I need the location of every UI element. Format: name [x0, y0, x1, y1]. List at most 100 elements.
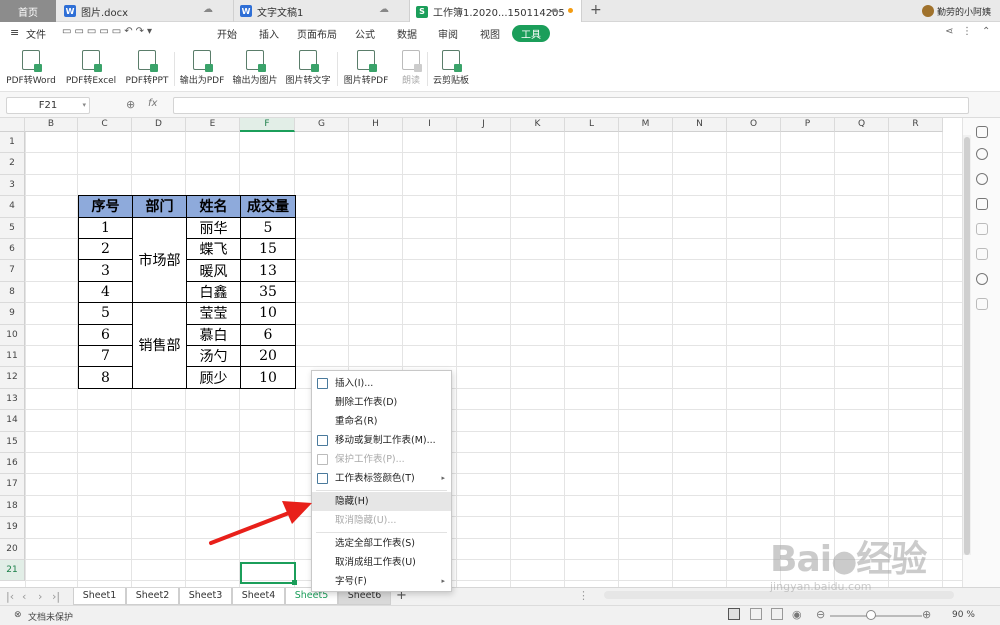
row-header-11[interactable]: 11: [0, 346, 25, 368]
history-icon[interactable]: [976, 273, 988, 285]
sheet-tab-3[interactable]: Sheet3: [179, 588, 232, 605]
select-all-corner[interactable]: [0, 118, 25, 132]
row-header-2[interactable]: 2: [0, 153, 25, 175]
row-header-7[interactable]: 7: [0, 260, 25, 282]
row-header-3[interactable]: 3: [0, 174, 25, 197]
ctx-move-copy[interactable]: 移动或复制工作表(M)...: [312, 431, 451, 450]
table-cell-id[interactable]: 1: [78, 216, 133, 239]
formula-input[interactable]: [173, 97, 969, 114]
navigate-icon[interactable]: [976, 173, 988, 185]
zoom-slider-track[interactable]: [830, 615, 922, 617]
spreadsheet-grid[interactable]: BCDEFGHIJKLMNOPQR 1 2 3 4 5 6 7 8 9 10 11 12 13 14 15 1…: [0, 118, 962, 587]
table-cell-id[interactable]: 5: [78, 302, 133, 325]
table-cell-name[interactable]: 蝶飞: [186, 238, 241, 261]
table-header-cell[interactable]: 序号: [78, 195, 133, 218]
table-cell-name[interactable]: 慕白: [186, 323, 241, 346]
settings-icon[interactable]: [976, 126, 988, 138]
pdf-to-ppt-button[interactable]: PDF转PPT: [124, 50, 170, 86]
table-cell-volume[interactable]: 10: [240, 366, 296, 389]
doc-tab-workbook[interactable]: S 工作簿1.2020...150114205 ☁: [410, 0, 582, 23]
menu-formula[interactable]: 公式: [355, 26, 375, 41]
zoom-in-icon[interactable]: ⊕: [922, 608, 931, 621]
name-box[interactable]: F21 ▾: [6, 97, 90, 114]
column-header-b[interactable]: B: [25, 118, 78, 132]
pdf-to-word-button[interactable]: PDF转Word: [6, 50, 56, 86]
ctx-unhide[interactable]: 取消隐藏(U)...: [312, 511, 451, 530]
vertical-scrollbar[interactable]: [963, 135, 971, 555]
ctx-select-all-sheets[interactable]: 选定全部工作表(S): [312, 534, 451, 553]
row-header-8[interactable]: 8: [0, 281, 25, 304]
table-cell-id[interactable]: 8: [78, 366, 133, 389]
menu-page-layout[interactable]: 页面布局: [297, 26, 337, 41]
zoom-out-icon[interactable]: ⊖: [816, 608, 825, 621]
ctx-tab-color[interactable]: 工作表标签颜色(T) ▸: [312, 469, 451, 488]
collapse-ribbon-icon[interactable]: ⌃: [982, 26, 990, 37]
image-to-text-button[interactable]: 图片转文字: [284, 50, 332, 86]
column-header-i[interactable]: I: [403, 118, 457, 132]
column-header-d[interactable]: D: [132, 118, 186, 132]
column-header-q[interactable]: Q: [835, 118, 889, 132]
table-cell-name[interactable]: 顾少: [186, 366, 241, 389]
column-header-p[interactable]: P: [781, 118, 835, 132]
table-cell-volume[interactable]: 5: [240, 216, 296, 239]
tab-split-icon[interactable]: ⋮: [578, 589, 589, 602]
column-header-j[interactable]: J: [457, 118, 511, 132]
table-cell-volume[interactable]: 35: [240, 280, 296, 304]
image-icon[interactable]: [976, 298, 988, 310]
fill-handle[interactable]: [292, 580, 297, 585]
function-icon[interactable]: fx: [148, 98, 157, 109]
doc-tab-picture[interactable]: W 图片.docx ☁: [58, 0, 234, 22]
hamburger-icon[interactable]: ≡: [10, 26, 19, 39]
table-header-cell[interactable]: 成交量: [240, 195, 296, 218]
menu-insert[interactable]: 插入: [259, 26, 279, 41]
menu-file[interactable]: 文件: [26, 26, 46, 41]
filter-icon[interactable]: [976, 223, 988, 235]
column-header-g[interactable]: G: [295, 118, 349, 132]
column-header-n[interactable]: N: [673, 118, 727, 132]
quick-access-icons[interactable]: ▭▭▭▭▭↶↷▾: [62, 26, 155, 37]
table-cell-volume[interactable]: 20: [240, 345, 296, 368]
column-header-r[interactable]: R: [889, 118, 943, 132]
row-header-13[interactable]: 13: [0, 388, 25, 411]
row-header-16[interactable]: 16: [0, 453, 25, 475]
last-sheet-icon[interactable]: ›|: [52, 590, 60, 603]
ctx-delete-sheet[interactable]: 删除工作表(D): [312, 393, 451, 412]
export-pdf-button[interactable]: 输出为PDF: [178, 50, 226, 86]
user-name[interactable]: 勤劳的小阿姨: [937, 5, 991, 18]
menu-view[interactable]: 视图: [480, 26, 500, 41]
row-header-15[interactable]: 15: [0, 431, 25, 453]
column-header-l[interactable]: L: [565, 118, 619, 132]
zoom-slider-thumb[interactable]: [866, 610, 876, 620]
ctx-hide[interactable]: 隐藏(H): [312, 492, 451, 511]
row-header-5[interactable]: 5: [0, 217, 25, 239]
table-header-cell[interactable]: 姓名: [186, 195, 241, 218]
row-header-20[interactable]: 20: [0, 538, 25, 560]
ctx-protect-sheet[interactable]: 保护工作表(P)...: [312, 450, 451, 469]
row-header-21[interactable]: 21: [0, 560, 25, 582]
scroll-thumb[interactable]: [964, 137, 970, 555]
page-layout-view-icon[interactable]: [771, 608, 783, 620]
home-tab[interactable]: 首页: [0, 0, 56, 22]
share-icon[interactable]: ⋖: [945, 26, 953, 37]
row-header-10[interactable]: 10: [0, 324, 25, 346]
column-header-m[interactable]: M: [619, 118, 673, 132]
normal-view-icon[interactable]: [728, 608, 740, 620]
table-cell-volume[interactable]: 13: [240, 259, 296, 282]
table-cell-name[interactable]: 汤勺: [186, 345, 241, 368]
sheet-tab-1[interactable]: Sheet1: [73, 588, 126, 605]
row-header-4[interactable]: 4: [0, 196, 25, 218]
table-header-cell[interactable]: 部门: [132, 195, 187, 218]
first-sheet-icon[interactable]: |‹: [6, 590, 14, 603]
menu-tools[interactable]: 工具: [512, 25, 550, 42]
select-icon[interactable]: [976, 198, 988, 210]
ctx-rename[interactable]: 重命名(R): [312, 412, 451, 431]
ctx-ungroup-sheets[interactable]: 取消成组工作表(U): [312, 553, 451, 572]
format-icon[interactable]: [976, 248, 988, 260]
table-cell-dept[interactable]: 市场部: [132, 216, 187, 304]
menu-review[interactable]: 审阅: [438, 26, 458, 41]
read-aloud-button[interactable]: 朗读: [398, 50, 424, 86]
zoom-icon[interactable]: ⊕: [126, 98, 135, 111]
eye-protection-icon[interactable]: ◉: [792, 608, 802, 621]
sheet-tab-2[interactable]: Sheet2: [126, 588, 179, 605]
protect-status[interactable]: 文档未保护: [28, 610, 73, 623]
